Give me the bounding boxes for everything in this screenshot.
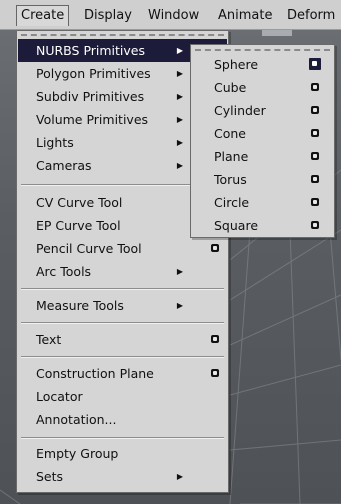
menu-item-label: Text [36, 332, 62, 347]
menu-item-arc-tools[interactable]: Arc Tools ▶ [18, 260, 227, 283]
menu-window[interactable]: Window [144, 6, 203, 26]
submenu-arrow-icon: ▶ [176, 138, 183, 147]
option-box-icon[interactable] [311, 152, 319, 160]
submenu-arrow-icon: ▶ [176, 161, 183, 170]
menu-separator [21, 356, 224, 358]
option-box-icon[interactable] [311, 83, 319, 91]
menu-item-label: Locator [36, 389, 83, 404]
menu-item-label: Subdiv Primitives [36, 89, 145, 104]
submenu-item-label: Plane [214, 149, 249, 164]
menu-item-pencil-curve-tool[interactable]: Pencil Curve Tool [18, 237, 227, 260]
submenu-item-label: Cube [214, 80, 247, 95]
menu-display[interactable]: Display [80, 6, 136, 26]
menu-item-sets[interactable]: Sets ▶ [18, 465, 227, 488]
menu-item-label: Arc Tools [36, 264, 92, 279]
menu-item-label: Sets [36, 469, 64, 484]
submenu-item-label: Cone [214, 126, 246, 141]
menu-item-label: Polygon Primitives [36, 66, 151, 81]
submenu-item-torus[interactable]: Torus [192, 168, 333, 191]
menu-item-label: CV Curve Tool [36, 195, 123, 210]
menu-item-label: Annotation... [36, 412, 117, 427]
submenu-item-sphere[interactable]: Sphere [192, 53, 333, 76]
menu-item-label: Lights [36, 135, 74, 150]
option-box-icon[interactable] [311, 221, 319, 229]
tear-off-handle[interactable] [195, 49, 330, 51]
submenu-arrow-icon: ▶ [176, 301, 183, 310]
menu-item-text[interactable]: Text [18, 328, 227, 351]
menu-item-construction-plane[interactable]: Construction Plane [18, 362, 227, 385]
menu-item-annotation[interactable]: Annotation... [18, 408, 227, 431]
submenu-item-label: Circle [214, 195, 250, 210]
submenu-item-label: Cylinder [214, 103, 266, 118]
submenu-item-cylinder[interactable]: Cylinder [192, 99, 333, 122]
option-box-icon[interactable] [211, 335, 219, 343]
menu-separator [21, 288, 224, 290]
submenu-item-label: Torus [214, 172, 247, 187]
submenu-arrow-icon: ▶ [176, 46, 183, 55]
submenu-arrow-icon: ▶ [176, 69, 183, 78]
submenu-item-label: Sphere [214, 57, 259, 72]
option-box-icon[interactable] [311, 129, 319, 137]
menu-item-label: Volume Primitives [36, 112, 149, 127]
nurbs-primitives-submenu: Sphere Cube Cylinder Cone Plane Torus Ci… [190, 44, 335, 238]
menu-item-label: EP Curve Tool [36, 218, 121, 233]
menu-item-label: NURBS Primitives [36, 43, 146, 58]
menu-deform[interactable]: Deform [283, 6, 339, 26]
menu-item-measure-tools[interactable]: Measure Tools ▶ [18, 294, 227, 317]
menu-item-label: Empty Group [36, 446, 119, 461]
submenu-item-label: Square [214, 218, 259, 233]
option-box-icon[interactable] [309, 58, 321, 70]
submenu-arrow-icon: ▶ [176, 472, 183, 481]
menu-separator [21, 437, 224, 439]
submenu-item-circle[interactable]: Circle [192, 191, 333, 214]
submenu-arrow-icon: ▶ [176, 92, 183, 101]
submenu-item-square[interactable]: Square [192, 214, 333, 237]
submenu-item-plane[interactable]: Plane [192, 145, 333, 168]
option-box-icon[interactable] [311, 198, 319, 206]
menu-item-empty-group[interactable]: Empty Group [18, 442, 227, 465]
option-box-icon[interactable] [311, 175, 319, 183]
menu-animate[interactable]: Animate [214, 6, 276, 26]
option-box-icon[interactable] [211, 369, 219, 377]
menu-item-label: Construction Plane [36, 366, 154, 381]
menu-item-label: Cameras [36, 158, 92, 173]
menu-create[interactable]: Create [16, 5, 70, 26]
option-box-icon[interactable] [211, 244, 219, 252]
submenu-item-cone[interactable]: Cone [192, 122, 333, 145]
menu-item-label: Pencil Curve Tool [36, 241, 142, 256]
menu-item-label: Measure Tools [36, 298, 124, 313]
submenu-arrow-icon: ▶ [176, 267, 183, 276]
tear-off-handle[interactable] [21, 34, 224, 36]
submenu-arrow-icon: ▶ [176, 115, 183, 124]
menu-separator [21, 322, 224, 324]
submenu-item-cube[interactable]: Cube [192, 76, 333, 99]
menu-bar: Create Display Window Animate Deform [0, 0, 341, 30]
menu-item-locator[interactable]: Locator [18, 385, 227, 408]
option-box-icon[interactable] [311, 106, 319, 114]
